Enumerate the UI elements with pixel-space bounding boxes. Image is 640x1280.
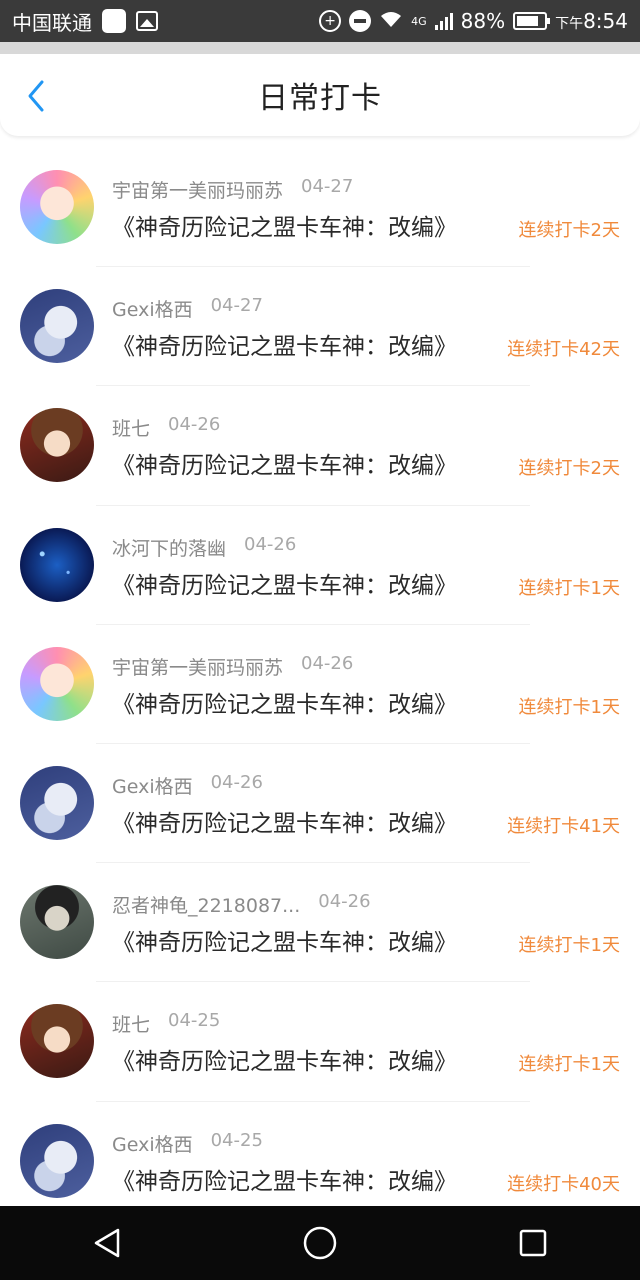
header-top-strip (0, 42, 640, 54)
list-item[interactable]: 宇宙第一美丽玛丽苏 04-26 《神奇历险记之盟卡车神：改编》 连续打卡1天 (0, 625, 640, 744)
book-title: 《神奇历险记之盟卡车神：改编》 (112, 810, 457, 837)
list-item[interactable]: 冰河下的落幽 04-26 《神奇历险记之盟卡车神：改编》 连续打卡1天 (0, 506, 640, 625)
checkin-date: 04-25 (210, 1129, 263, 1151)
time-prefix: 下午 (555, 16, 584, 32)
avatar[interactable] (20, 885, 94, 960)
checkin-date: 04-26 (244, 533, 297, 555)
checkin-date: 04-26 (168, 414, 221, 436)
avatar[interactable] (20, 170, 94, 244)
signal-icon (434, 12, 453, 30)
square-recents-icon (520, 1229, 547, 1257)
avatar[interactable] (20, 289, 94, 364)
streak-label: 连续打卡1天 (518, 696, 620, 718)
book-title: 《神奇历险记之盟卡车神：改编》 (112, 691, 457, 718)
user-name[interactable]: Gexi格西 (112, 1130, 193, 1157)
book-title: 《神奇历险记之盟卡车神：改编》 (112, 215, 457, 241)
book-title: 《神奇历险记之盟卡车神：改编》 (112, 572, 457, 599)
image-notification-icon (136, 11, 158, 31)
name-row: 冰河下的落幽 04-26 (112, 534, 296, 561)
book-title: 《神奇历险记之盟卡车神：改编》 (112, 1049, 457, 1076)
battery-icon (513, 12, 551, 30)
battery-percent: 88% (460, 9, 506, 33)
name-row: 忍者神龟_2218087... 04-26 (112, 891, 371, 918)
name-row: Gexi格西 04-25 (112, 1130, 263, 1157)
back-button[interactable] (18, 76, 54, 116)
streak-label: 连续打卡40天 (507, 1173, 620, 1195)
clock: 8:54 (583, 9, 628, 33)
book-title: 《神奇历险记之盟卡车神：改编》 (112, 453, 457, 480)
network-type-label: 4G (411, 14, 427, 28)
list-item[interactable]: 宇宙第一美丽玛丽苏 04-27 《神奇历险记之盟卡车神：改编》 连续打卡2天 (0, 148, 640, 268)
streak-label: 连续打卡1天 (518, 577, 620, 599)
streak-label: 连续打卡41天 (507, 815, 620, 837)
checkin-date: 04-25 (168, 1010, 221, 1032)
user-name[interactable]: 冰河下的落幽 (112, 534, 226, 561)
book-title: 《神奇历险记之盟卡车神：改编》 (112, 1168, 457, 1195)
circle-home-icon (303, 1226, 337, 1260)
avatar[interactable] (20, 765, 94, 840)
list-item[interactable]: Gexi格西 04-26 《神奇历险记之盟卡车神：改编》 连续打卡41天 (0, 744, 640, 864)
avatar[interactable] (20, 1004, 94, 1079)
streak-label: 连续打卡2天 (518, 220, 620, 241)
streak-label: 连续打卡2天 (518, 458, 620, 480)
header-bar: 日常打卡 (0, 54, 640, 136)
user-name[interactable]: 宇宙第一美丽玛丽苏 (112, 176, 283, 203)
user-name[interactable]: 班七 (112, 414, 150, 441)
avatar[interactable] (20, 646, 94, 721)
checkin-date: 04-26 (210, 771, 263, 793)
streak-label: 连续打卡42天 (507, 339, 620, 361)
name-row: 班七 04-25 (112, 1010, 220, 1037)
name-row: 宇宙第一美丽玛丽苏 04-27 (112, 176, 353, 203)
book-title: 《神奇历险记之盟卡车神：改编》 (112, 930, 457, 957)
status-bar: 中国联通 + 4G 88% 下午8:54 (0, 0, 640, 42)
checkin-list: 宇宙第一美丽玛丽苏 04-27 《神奇历险记之盟卡车神：改编》 连续打卡2天 G… (0, 148, 640, 1221)
nav-home-button[interactable] (290, 1213, 350, 1273)
avatar[interactable] (20, 408, 94, 483)
avatar[interactable] (20, 527, 94, 602)
name-row: Gexi格西 04-26 (112, 772, 263, 799)
checkin-date: 04-26 (318, 891, 371, 913)
wifi-icon (379, 10, 403, 33)
nav-back-button[interactable] (77, 1213, 137, 1273)
list-item[interactable]: Gexi格西 04-27 《神奇历险记之盟卡车神：改编》 连续打卡42天 (0, 267, 640, 387)
name-row: Gexi格西 04-27 (112, 295, 263, 322)
name-row: 班七 04-26 (112, 414, 220, 441)
page-title: 日常打卡 (258, 81, 382, 116)
list-item[interactable]: 忍者神龟_2218087... 04-26 《神奇历险记之盟卡车神：改编》 连续… (0, 863, 640, 983)
list-item[interactable]: Gexi格西 04-25 《神奇历险记之盟卡车神：改编》 连续打卡40天 (0, 1102, 640, 1221)
list-item[interactable]: 班七 04-25 《神奇历险记之盟卡车神：改编》 连续打卡1天 (0, 982, 640, 1102)
system-navigation-bar (0, 1206, 640, 1280)
streak-label: 连续打卡1天 (518, 1054, 620, 1076)
name-row: 宇宙第一美丽玛丽苏 04-26 (112, 653, 353, 680)
user-name[interactable]: 忍者神龟_2218087... (112, 891, 300, 918)
checkin-date: 04-27 (210, 295, 263, 317)
data-saver-icon: + (319, 10, 342, 32)
user-name[interactable]: 班七 (112, 1010, 150, 1037)
carrier-label: 中国联通 (12, 10, 92, 35)
user-name[interactable]: Gexi格西 (112, 295, 193, 322)
checkin-date: 04-27 (301, 176, 354, 197)
checkin-date: 04-26 (301, 652, 354, 674)
user-name[interactable]: Gexi格西 (112, 772, 193, 799)
triangle-back-icon (94, 1228, 119, 1258)
streak-label: 连续打卡1天 (518, 935, 620, 957)
chevron-left-icon (28, 80, 44, 112)
list-item[interactable]: 班七 04-26 《神奇历险记之盟卡车神：改编》 连续打卡2天 (0, 386, 640, 506)
avatar[interactable] (20, 1123, 94, 1198)
nav-recents-button[interactable] (503, 1213, 563, 1273)
user-name[interactable]: 宇宙第一美丽玛丽苏 (112, 653, 283, 680)
do-not-disturb-icon (349, 10, 372, 32)
app-notification-icon (102, 9, 126, 33)
book-title: 《神奇历险记之盟卡车神：改编》 (112, 334, 457, 361)
